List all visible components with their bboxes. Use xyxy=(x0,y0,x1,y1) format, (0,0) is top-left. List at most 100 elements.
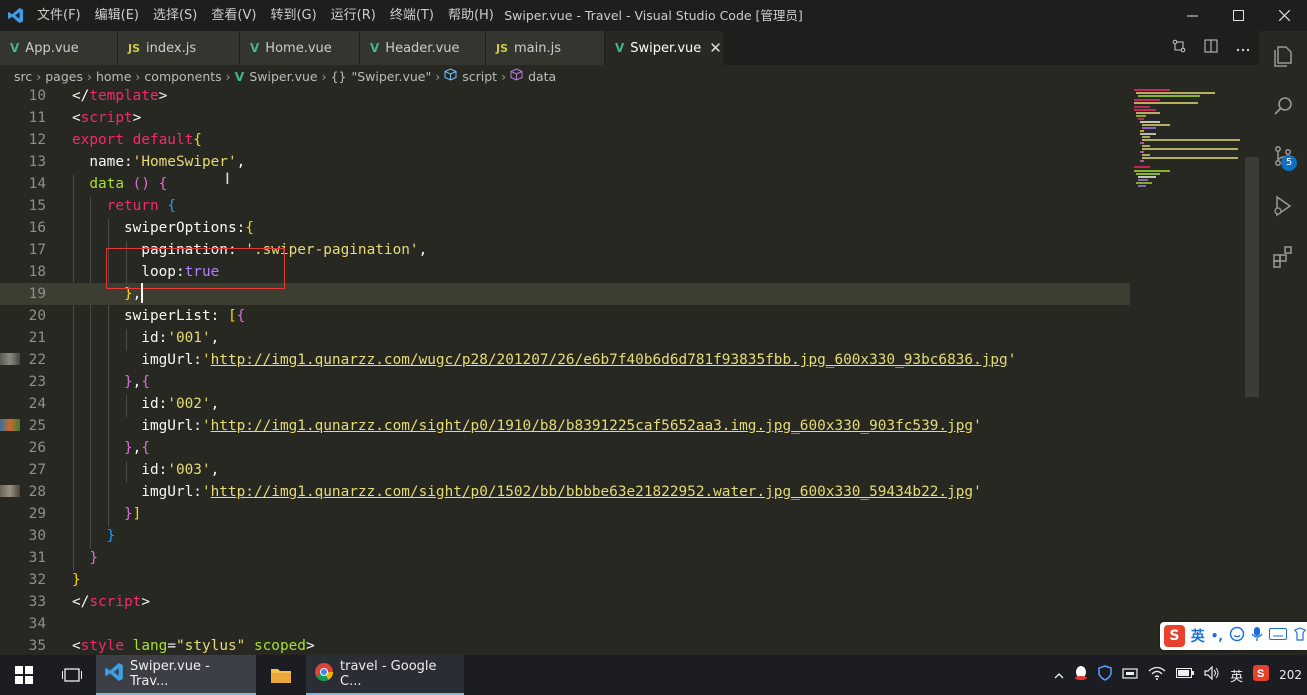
tab-label: Swiper.vue xyxy=(630,40,702,56)
svg-text:S: S xyxy=(1257,668,1264,680)
battery-icon[interactable] xyxy=(1171,667,1199,683)
tab-app-vue[interactable]: V App.vue xyxy=(0,31,118,65)
extensions-icon[interactable] xyxy=(1259,231,1307,281)
menu-file[interactable]: 文件(F) xyxy=(30,0,88,31)
editor-tab-bar: V App.vue JS index.js V Home.vue V Heade… xyxy=(0,31,1259,65)
code-line: 29 }] xyxy=(28,506,142,522)
maximize-button[interactable] xyxy=(1215,0,1261,31)
code-line: 23 },{ xyxy=(28,374,150,390)
ime-toolbar[interactable]: S 英 •, xyxy=(1160,622,1307,650)
more-actions-icon[interactable] xyxy=(1227,40,1259,56)
run-debug-icon[interactable] xyxy=(1259,181,1307,231)
breadcrumb-item[interactable]: components xyxy=(144,69,221,84)
windows-start-icon[interactable] xyxy=(0,655,48,695)
microphone-icon[interactable] xyxy=(1251,626,1263,646)
scm-badge: 5 xyxy=(1281,155,1297,171)
activity-bar: 5 xyxy=(1259,31,1307,655)
menu-selection[interactable]: 选择(S) xyxy=(146,0,204,31)
sogou-logo-icon: S xyxy=(1164,625,1185,647)
menu-go[interactable]: 转到(G) xyxy=(263,0,323,31)
minimize-button[interactable] xyxy=(1169,0,1215,31)
open-changes-icon[interactable] xyxy=(1163,39,1195,57)
code-line: 28 imgUrl:'http://img1.qunarzz.com/sight… xyxy=(28,484,982,500)
minimap[interactable] xyxy=(1130,87,1245,655)
breadcrumb-item[interactable]: Swiper.vue xyxy=(249,69,317,84)
tab-swiper-vue[interactable]: V Swiper.vue ✕ xyxy=(605,31,724,65)
volume-icon[interactable] xyxy=(1199,665,1225,684)
menu-bar: 文件(F) 编辑(E) 选择(S) 查看(V) 转到(G) 运行(R) 终端(T… xyxy=(30,0,501,31)
tab-label: main.js xyxy=(514,40,562,56)
code-line: 26 },{ xyxy=(28,440,150,456)
code-line: 22 imgUrl:'http://img1.qunarzz.com/wugc/… xyxy=(28,352,1017,368)
breadcrumb-item[interactable]: data xyxy=(528,69,556,84)
input-language-indicator[interactable]: 英 xyxy=(1225,666,1248,685)
code-editor[interactable]: 10 </template> 11 <script> 12 export defaul… xyxy=(0,87,1259,655)
explorer-icon[interactable] xyxy=(1259,31,1307,81)
emoji-icon[interactable] xyxy=(1229,626,1245,646)
ime-mode-label[interactable]: 英 xyxy=(1191,626,1205,646)
security-shield-icon[interactable] xyxy=(1093,665,1117,685)
chevron-right-icon: › xyxy=(135,68,141,84)
tab-label: Header.vue xyxy=(385,40,460,56)
code-line: 31 } xyxy=(28,550,98,566)
file-explorer-icon[interactable] xyxy=(256,655,306,695)
menu-view[interactable]: 查看(V) xyxy=(204,0,263,31)
breadcrumb-item[interactable]: "Swiper.vue" xyxy=(351,69,431,84)
chevron-right-icon: › xyxy=(36,68,42,84)
breadcrumb-item[interactable]: home xyxy=(96,69,131,84)
chevron-right-icon: › xyxy=(501,68,507,84)
menu-edit[interactable]: 编辑(E) xyxy=(88,0,146,31)
cube-symbol-icon xyxy=(444,68,457,84)
tab-index-js[interactable]: JS index.js xyxy=(118,31,240,65)
close-window-button[interactable] xyxy=(1261,0,1307,31)
skin-icon[interactable] xyxy=(1293,627,1307,645)
vscode-logo-icon xyxy=(104,662,124,686)
vue-file-icon: V xyxy=(250,41,260,55)
code-line: 15 return { xyxy=(28,198,176,214)
clock[interactable]: 202 xyxy=(1274,668,1307,682)
sogou-tray-icon[interactable]: S xyxy=(1248,665,1274,685)
code-line: 16 swiperOptions:{ xyxy=(28,220,254,236)
menu-help[interactable]: 帮助(H) xyxy=(441,0,501,31)
taskbar-app-chrome[interactable]: travel - Google C... xyxy=(306,655,464,695)
breadcrumb-item[interactable]: pages xyxy=(45,69,83,84)
menu-run[interactable]: 运行(R) xyxy=(324,0,383,31)
keyboard-icon[interactable] xyxy=(1269,628,1287,644)
split-editor-icon[interactable] xyxy=(1195,39,1227,57)
vue-file-icon: V xyxy=(234,68,245,84)
system-tray: 英 S 202 xyxy=(1049,655,1307,695)
code-line: 10 </template> xyxy=(28,88,168,104)
taskbar-app-vscode[interactable]: Swiper.vue - Trav... xyxy=(96,655,256,695)
image-preview-icon xyxy=(0,485,20,497)
code-line: 33 </script> xyxy=(28,594,150,610)
tab-main-js[interactable]: JS main.js xyxy=(486,31,605,65)
usb-device-icon[interactable] xyxy=(1117,666,1143,684)
menu-terminal[interactable]: 终端(T) xyxy=(383,0,441,31)
code-line: 30 } xyxy=(28,528,116,544)
scrollbar-thumb[interactable] xyxy=(1245,157,1259,397)
close-tab-icon[interactable]: ✕ xyxy=(709,39,722,57)
ime-punctuation-icon[interactable]: •, xyxy=(1211,629,1223,643)
code-line: 20 swiperList: [{ xyxy=(28,308,246,324)
code-line: 34 xyxy=(28,616,46,632)
js-file-icon: JS xyxy=(128,41,141,55)
text-cursor xyxy=(141,283,143,303)
search-icon[interactable] xyxy=(1259,81,1307,131)
tab-home-vue[interactable]: V Home.vue xyxy=(240,31,360,65)
wifi-icon[interactable] xyxy=(1143,666,1171,684)
vertical-scrollbar[interactable] xyxy=(1245,87,1259,655)
vue-file-icon: V xyxy=(370,41,380,55)
source-control-icon[interactable]: 5 xyxy=(1259,131,1307,181)
tab-header-vue[interactable]: V Header.vue xyxy=(360,31,486,65)
chevron-right-icon: › xyxy=(225,68,231,84)
code-line: 25 imgUrl:'http://img1.qunarzz.com/sight… xyxy=(28,418,982,434)
breadcrumb-item[interactable]: script xyxy=(462,69,497,84)
breadcrumb: src › pages › home › components › V Swiper.v… xyxy=(0,65,1259,87)
breadcrumb-item[interactable]: src xyxy=(14,69,32,84)
qq-icon[interactable] xyxy=(1069,665,1093,685)
windows-taskbar: Swiper.vue - Trav... travel - Google C..… xyxy=(0,655,1307,695)
code-line: 35 <style lang="stylus" scoped> xyxy=(28,638,315,654)
vue-file-icon: V xyxy=(10,41,20,55)
task-view-icon[interactable] xyxy=(48,655,96,695)
chevron-up-icon[interactable] xyxy=(1049,668,1069,683)
